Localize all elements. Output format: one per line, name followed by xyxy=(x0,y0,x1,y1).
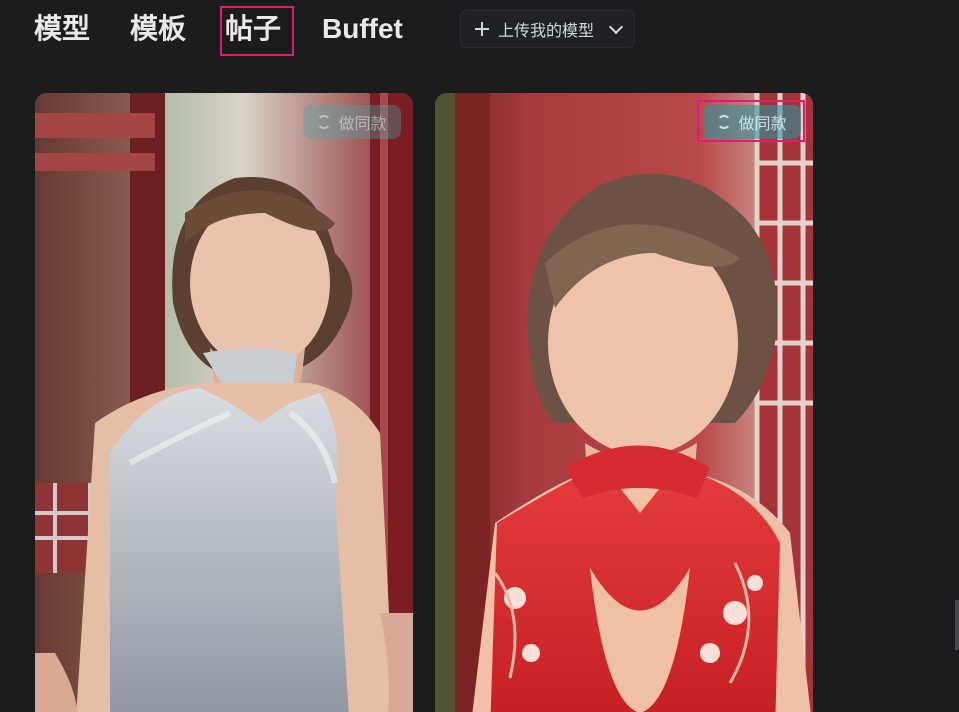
post-card[interactable]: 做同款 xyxy=(35,93,413,712)
post-image xyxy=(435,93,813,712)
post-card[interactable]: 做同款 xyxy=(435,93,813,712)
chevron-down-icon xyxy=(608,19,624,35)
active-tab-highlight xyxy=(220,6,294,56)
same-style-highlight xyxy=(697,100,805,142)
scrollbar[interactable] xyxy=(955,600,959,650)
post-image xyxy=(35,93,413,712)
refresh-icon xyxy=(317,115,332,129)
tab-buffet[interactable]: Buffet xyxy=(322,8,403,50)
same-style-label: 做同款 xyxy=(338,114,387,133)
plus-icon xyxy=(475,22,489,36)
upload-model-label: 上传我的模型 xyxy=(498,21,595,40)
upload-model-button[interactable]: 上传我的模型 xyxy=(460,10,635,48)
top-navigation: 模型 模板 帖子 Buffet 上传我的模型 xyxy=(0,0,959,60)
page: 模型 模板 帖子 Buffet 上传我的模型 做同款 做同款 xyxy=(0,0,959,712)
tab-templates[interactable]: 模板 xyxy=(130,8,186,50)
same-style-button[interactable]: 做同款 xyxy=(303,105,401,139)
tab-models[interactable]: 模型 xyxy=(34,8,90,50)
